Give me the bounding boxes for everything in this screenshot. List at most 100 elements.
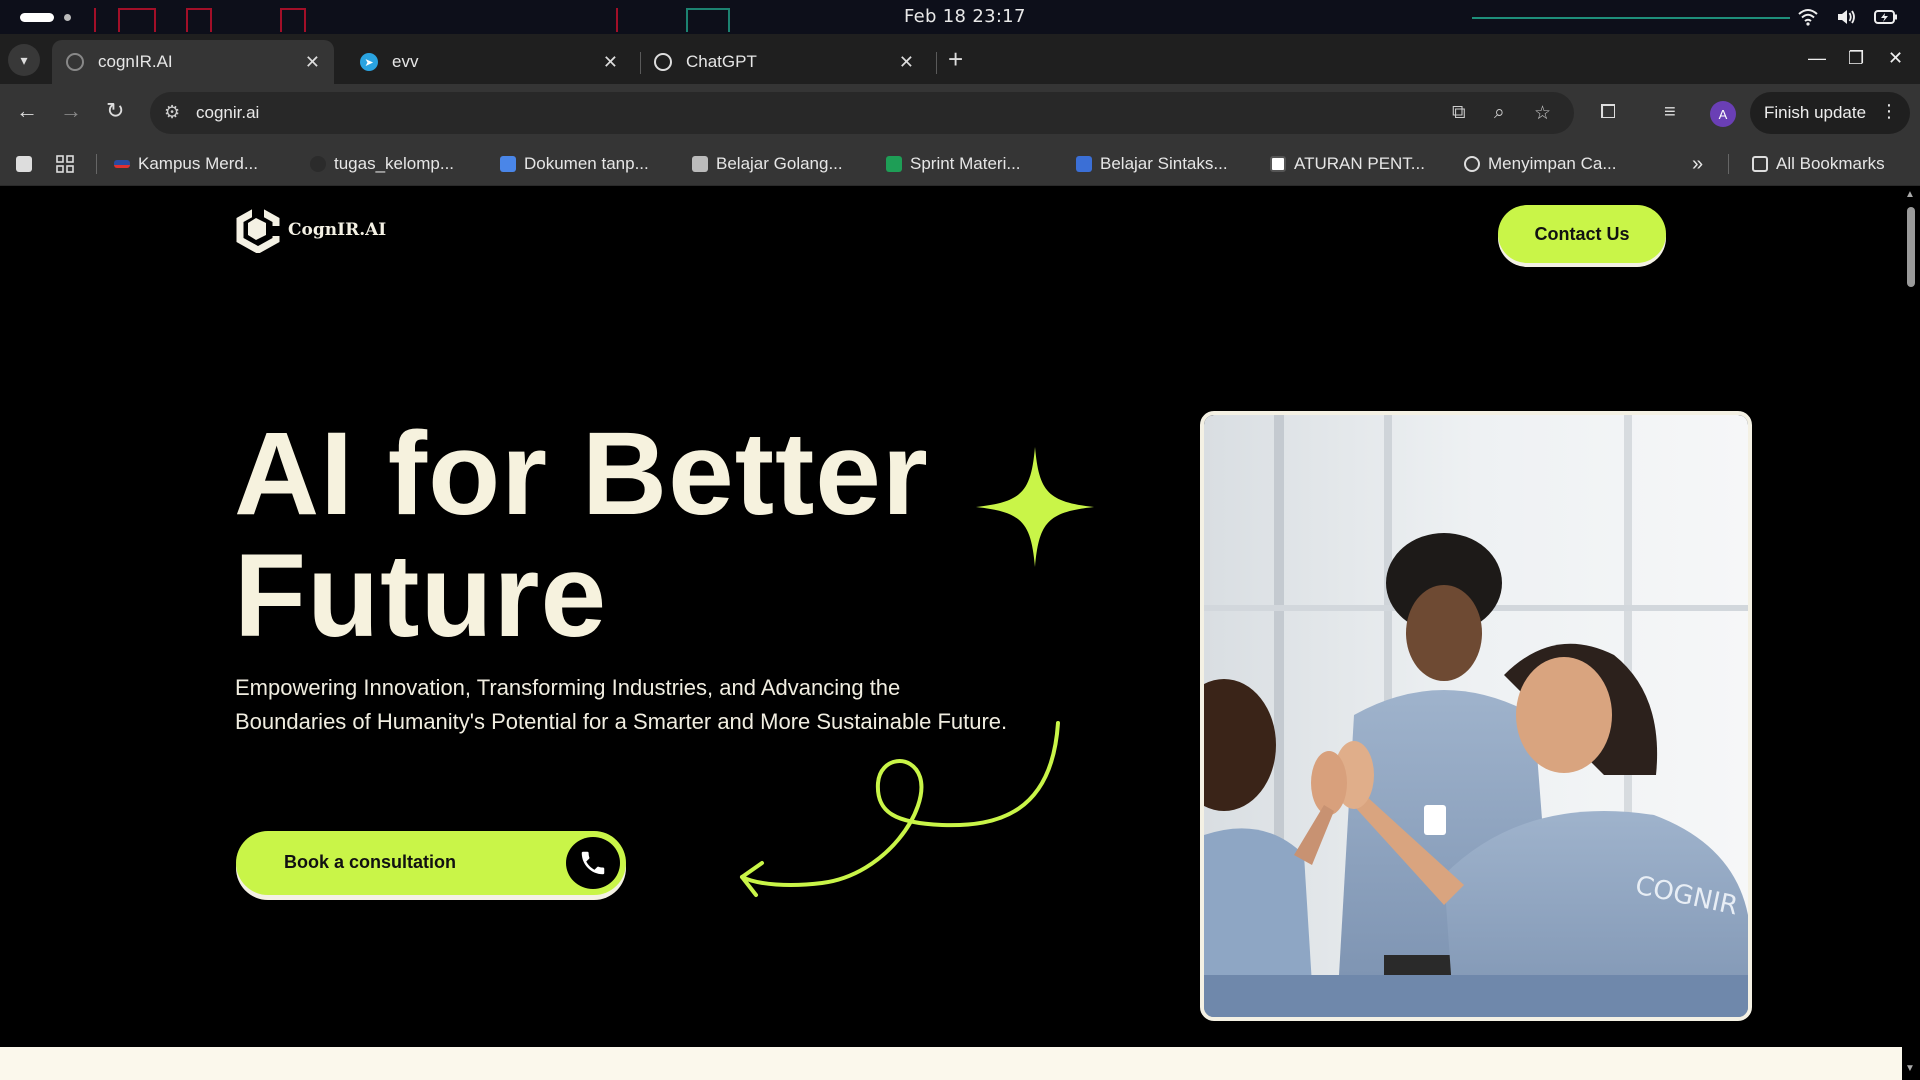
site-logo[interactable]: CognIR.AI — [234, 207, 386, 253]
contact-us-button[interactable]: Contact Us — [1498, 205, 1666, 263]
browser-toolbar: ← → ↻ ⚙ cognir.ai ⧉ ⌕ ☆ ⧠ ≡ A Finish upd… — [0, 84, 1920, 142]
tab-title: evv — [392, 52, 419, 71]
url-text[interactable]: cognir.ai — [196, 103, 259, 123]
bookmark-label: Menyimpan Ca... — [1488, 154, 1617, 173]
forward-arrow-icon[interactable]: → — [60, 100, 82, 122]
bookmark-label: Belajar Golang... — [716, 154, 843, 173]
minimize-icon[interactable]: — — [1808, 48, 1826, 69]
bookmark-divider — [96, 154, 97, 174]
logo-text: CognIR.AI — [288, 220, 387, 240]
translate-icon[interactable]: ⧉ — [1452, 102, 1466, 124]
reload-icon[interactable]: ↻ — [106, 100, 124, 122]
web-page: CognIR.AI Contact Us AI for Better Futur… — [0, 187, 1902, 1047]
bookmark-dokumen[interactable]: Dokumen tanp... — [500, 151, 649, 177]
site-settings-icon[interactable]: ⚙ — [164, 102, 180, 123]
tab-title: ChatGPT — [686, 52, 757, 71]
zoom-icon[interactable]: ⌕ — [1494, 102, 1505, 124]
all-bookmarks-label: All Bookmarks — [1776, 154, 1885, 173]
scrollbar-thumb[interactable] — [1907, 207, 1915, 287]
bookmark-belajar-golang[interactable]: Belajar Golang... — [692, 151, 843, 177]
kampus-merdeka-favicon-icon — [114, 160, 130, 168]
phone-icon — [566, 837, 620, 889]
sparkle-star-icon — [976, 447, 1094, 567]
tab-divider — [936, 52, 937, 74]
close-window-icon[interactable]: ✕ — [1888, 48, 1903, 69]
clock[interactable]: Feb 18 23:17 — [904, 6, 1026, 27]
address-bar[interactable]: ⚙ cognir.ai ⧉ ⌕ ☆ — [150, 92, 1574, 134]
restore-icon[interactable]: ❐ — [1848, 48, 1864, 69]
bookmark-divider — [1728, 154, 1729, 174]
tab-evv[interactable]: ➤ evv ✕ — [346, 40, 632, 84]
hero-title-line-2: Future — [234, 530, 608, 662]
more-bookmarks-icon[interactable]: » — [1692, 151, 1703, 177]
back-arrow-icon[interactable]: ← — [16, 100, 38, 122]
visual-artifact — [1472, 17, 1790, 19]
volume-icon[interactable] — [1836, 8, 1856, 31]
bookmark-app-icon[interactable] — [16, 151, 32, 177]
finish-update-button[interactable]: Finish update ⋮ — [1750, 92, 1910, 134]
wifi-icon[interactable] — [1798, 8, 1818, 31]
bookmark-tugas-kelompok[interactable]: tugas_kelomp... — [310, 151, 454, 177]
notion-icon — [1270, 156, 1286, 172]
folder-icon — [1752, 156, 1768, 172]
hero-title-line-1: AI for Better — [234, 408, 929, 540]
bookmark-label: Belajar Sintaks... — [1100, 154, 1228, 173]
apps-grid-icon[interactable] — [56, 151, 74, 177]
bookmark-kampus-merdeka[interactable]: Kampus Merd... — [114, 151, 258, 177]
battery-icon[interactable] — [1874, 8, 1898, 31]
visual-artifact — [280, 8, 306, 32]
workspace-dot[interactable] — [64, 14, 71, 21]
curly-arrow-icon — [740, 721, 1060, 897]
bookmark-menyimpan[interactable]: Menyimpan Ca... — [1464, 151, 1617, 177]
bookmark-star-icon[interactable]: ☆ — [1534, 102, 1551, 125]
media-control-icon[interactable]: ≡ — [1664, 101, 1676, 124]
visual-artifact — [94, 8, 96, 32]
tab-cognir[interactable]: cognIR.AI ✕ — [52, 40, 334, 84]
github-icon — [310, 156, 326, 172]
cognir-logo-icon — [236, 207, 282, 253]
profile-avatar[interactable]: A — [1710, 101, 1736, 127]
browser-tab-strip: ▾ cognIR.AI ✕ ➤ evv ✕ ChatGPT ✕ + — ❐ ✕ — [0, 34, 1920, 84]
workspace-indicator[interactable] — [20, 13, 54, 22]
book-consultation-button[interactable]: Book a consultation — [236, 831, 626, 895]
book-icon — [692, 156, 708, 172]
new-tab-plus-icon[interactable]: + — [948, 46, 963, 72]
finish-update-label: Finish update — [1764, 103, 1867, 122]
bookmark-label: tugas_kelomp... — [334, 154, 455, 173]
visual-artifact — [686, 8, 730, 32]
scroll-up-arrow-icon[interactable]: ▲ — [1905, 189, 1915, 200]
bookmark-label: Kampus Merd... — [138, 154, 258, 173]
visual-artifact — [186, 8, 212, 32]
bookmark-sprint-materi[interactable]: Sprint Materi... — [886, 151, 1021, 177]
hero-photo: COGNIR — [1200, 411, 1752, 1021]
site-favicon-icon — [1464, 156, 1480, 172]
menu-dots-icon: ⋮ — [1880, 101, 1898, 121]
bookmark-belajar-sintaks[interactable]: Belajar Sintaks... — [1076, 151, 1228, 177]
book-consultation-label: Book a consultation — [284, 852, 457, 872]
volunteers-high-five-image: COGNIR — [1204, 415, 1748, 1017]
bookmark-label: ATURAN PENT... — [1294, 154, 1425, 173]
site-favicon-icon — [1076, 156, 1092, 172]
scroll-down-arrow-icon[interactable]: ▼ — [1905, 1063, 1915, 1074]
extensions-icon[interactable]: ⧠ — [1600, 101, 1616, 124]
telegram-icon: ➤ — [360, 53, 378, 71]
all-bookmarks-button[interactable]: All Bookmarks — [1752, 151, 1885, 177]
tab-title: cognIR.AI — [98, 52, 173, 71]
google-sheets-icon — [886, 156, 902, 172]
visual-artifact — [616, 8, 618, 32]
os-top-bar: Feb 18 23:17 — [0, 0, 1920, 34]
tab-search-chevron-icon[interactable]: ▾ — [8, 44, 40, 76]
next-section-edge — [0, 1047, 1902, 1080]
close-tab-icon[interactable]: ✕ — [305, 52, 320, 73]
visual-artifact — [118, 8, 156, 32]
bookmark-aturan-penting[interactable]: ATURAN PENT... — [1270, 151, 1425, 177]
hero-title: AI for Better Future — [234, 413, 929, 657]
page-scrollbar[interactable]: ▲ ▼ — [1902, 187, 1920, 1080]
chatgpt-icon — [654, 53, 672, 71]
close-tab-icon[interactable]: ✕ — [899, 52, 914, 73]
bookmark-label: Sprint Materi... — [910, 154, 1021, 173]
loading-favicon-icon — [66, 53, 84, 71]
close-tab-icon[interactable]: ✕ — [603, 52, 618, 73]
tab-chatgpt[interactable]: ChatGPT ✕ — [640, 40, 928, 84]
bookmark-label: Dokumen tanp... — [524, 154, 649, 173]
